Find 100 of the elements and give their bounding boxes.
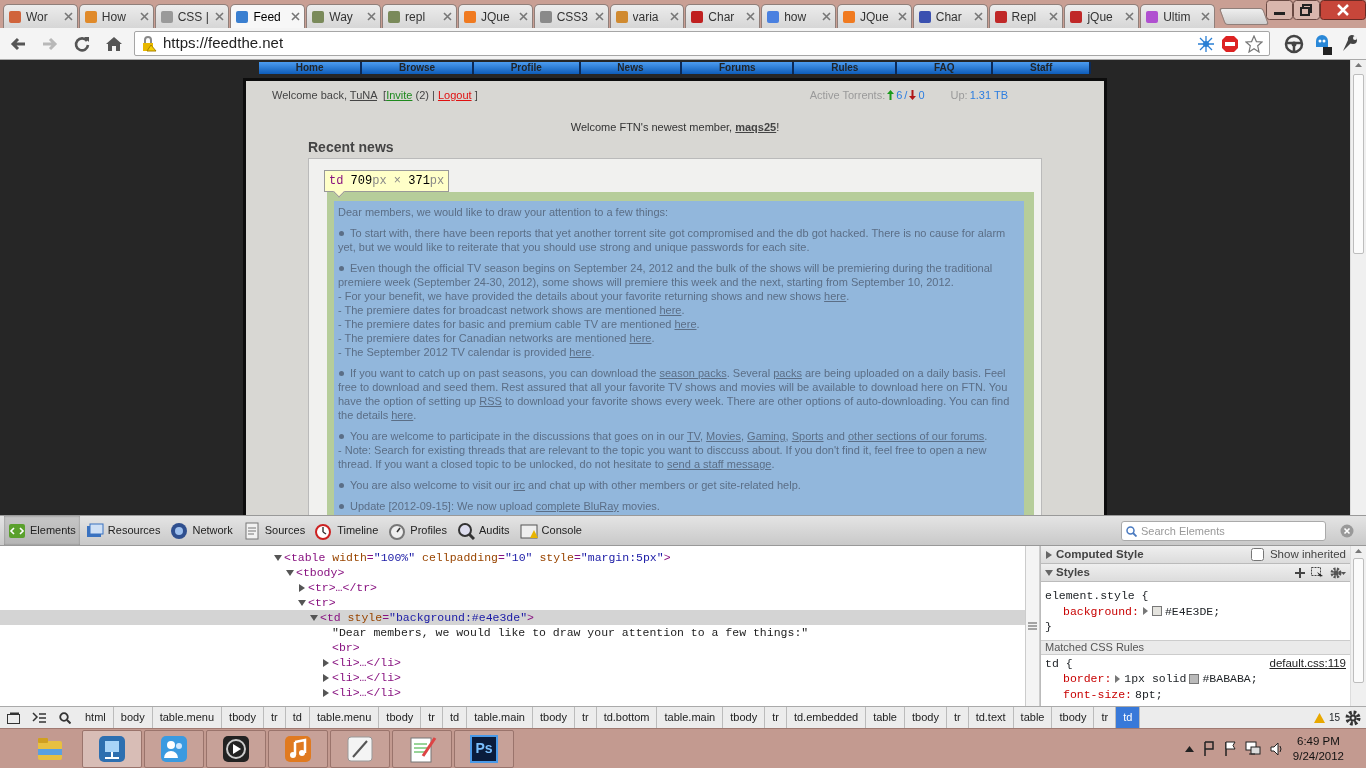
select-element-icon[interactable] bbox=[1311, 566, 1324, 579]
search-field[interactable]: Search Elements bbox=[1121, 520, 1326, 541]
taskbar-app[interactable] bbox=[206, 729, 266, 768]
color-swatch[interactable] bbox=[1151, 606, 1162, 617]
browser-tab[interactable]: Ultim bbox=[1140, 4, 1215, 28]
dom-node[interactable]: <tr>…</tr> bbox=[308, 580, 377, 595]
source-link[interactable]: default.css:119 bbox=[1269, 655, 1346, 671]
browser-tab[interactable]: CSS3 bbox=[533, 4, 609, 28]
devtools-tab[interactable]: Audits bbox=[453, 516, 514, 545]
property-name: font-size: bbox=[1063, 686, 1132, 702]
devtools-tab[interactable]: Timeline bbox=[311, 516, 383, 545]
show-hidden-icon[interactable] bbox=[1184, 745, 1194, 752]
plus-icon[interactable] bbox=[1295, 567, 1305, 578]
expand-arrow-icon[interactable] bbox=[1114, 674, 1122, 683]
dom-node[interactable]: <tbody> bbox=[296, 565, 345, 580]
dom-node[interactable]: <br> bbox=[332, 640, 360, 655]
dom-node[interactable]: <li>…</li> bbox=[332, 655, 401, 670]
browser-tab[interactable]: Char bbox=[912, 4, 988, 28]
expand-arrow-icon[interactable] bbox=[1045, 550, 1053, 559]
section-title[interactable]: Computed Style bbox=[1056, 546, 1144, 564]
browser-tab[interactable]: JQue bbox=[836, 4, 912, 28]
star-icon[interactable] bbox=[1245, 34, 1263, 53]
news-text: - The September 2012 TV calendar is provided here. bbox=[338, 345, 596, 359]
wrench-icon[interactable] bbox=[1340, 33, 1360, 54]
warning-count[interactable]: 15 bbox=[1328, 710, 1340, 725]
expand-arrow-icon[interactable] bbox=[322, 673, 330, 682]
devtools-tab[interactable]: Network bbox=[166, 516, 237, 545]
menu-link[interactable]: Rules bbox=[794, 62, 898, 74]
scroll-up-icon bbox=[1354, 60, 1363, 70]
menu-link[interactable]: Staff bbox=[993, 62, 1091, 74]
settings-icon[interactable] bbox=[1345, 709, 1361, 726]
volume-icon[interactable] bbox=[1269, 741, 1284, 756]
breadcrumb[interactable]: td bbox=[1116, 707, 1141, 728]
devtools-tab[interactable]: Sources bbox=[238, 516, 310, 545]
search-icon[interactable] bbox=[59, 711, 71, 724]
browser-tab[interactable]: Way bbox=[306, 4, 382, 28]
flag-icon[interactable] bbox=[1223, 740, 1236, 757]
menu-link[interactable]: Home bbox=[259, 62, 363, 74]
dom-node[interactable]: <tr> bbox=[308, 595, 336, 610]
console-icon[interactable] bbox=[32, 711, 46, 724]
collapse-arrow-icon[interactable] bbox=[274, 553, 282, 562]
section-title[interactable]: Styles bbox=[1056, 563, 1090, 582]
collapse-arrow-icon[interactable] bbox=[286, 568, 294, 577]
expand-arrow-icon[interactable] bbox=[298, 583, 306, 592]
browser-tab[interactable]: Feed bbox=[230, 4, 306, 28]
link[interactable]: TuNA bbox=[349, 89, 377, 101]
browser-tab[interactable]: varia bbox=[609, 4, 685, 28]
adblock-icon[interactable] bbox=[1221, 34, 1239, 53]
gear-icon[interactable] bbox=[1330, 566, 1346, 579]
scrollbar[interactable] bbox=[1350, 546, 1366, 706]
menu-link[interactable]: Forums bbox=[682, 62, 795, 74]
minimize-icon[interactable] bbox=[1266, 0, 1293, 20]
dom-node[interactable]: <li>…</li> bbox=[332, 685, 401, 700]
devtools-tab[interactable]: Profiles bbox=[384, 516, 451, 545]
menu-link[interactable]: News bbox=[580, 62, 683, 74]
devtools-tab[interactable]: Resources bbox=[81, 516, 165, 545]
menu-link[interactable]: FAQ bbox=[897, 62, 994, 74]
menu-link[interactable]: Profile bbox=[473, 62, 581, 74]
browser-tab[interactable]: jQue bbox=[1064, 4, 1140, 28]
restore-icon[interactable] bbox=[1293, 0, 1320, 20]
browser-tab[interactable]: Repl bbox=[988, 4, 1064, 28]
collapse-arrow-icon[interactable] bbox=[1045, 568, 1053, 577]
closing-brace: } bbox=[1045, 619, 1053, 635]
expand-arrow-icon[interactable] bbox=[322, 658, 330, 667]
clock-time[interactable]: 6:49 PM bbox=[1292, 733, 1344, 749]
network-icon[interactable] bbox=[1244, 740, 1261, 757]
browser-tab[interactable]: Wor bbox=[3, 4, 78, 28]
expand-arrow-icon[interactable] bbox=[1141, 607, 1149, 616]
leeching-count: 0 bbox=[918, 88, 925, 103]
gauge-icon bbox=[388, 521, 407, 540]
splitter-grip-icon[interactable] bbox=[1028, 622, 1037, 630]
news-intro: Dear members, we would like to draw your attention to a few things: bbox=[338, 205, 670, 219]
close-icon[interactable] bbox=[1320, 0, 1366, 20]
text-node[interactable]: "Dear members, we would like to draw your attention to a few things:" bbox=[332, 625, 809, 640]
dom-node[interactable]: <table width="100%" cellpadding="10" style="margin:5px"> bbox=[284, 550, 671, 565]
collapse-arrow-icon[interactable] bbox=[310, 613, 318, 622]
browser-tab[interactable]: repl bbox=[382, 4, 457, 28]
bullet-icon bbox=[339, 266, 344, 272]
taskbar-app[interactable]: Ps bbox=[454, 729, 514, 768]
browser-tab[interactable]: CSS | bbox=[154, 4, 230, 28]
browser-tab[interactable]: JQue bbox=[457, 4, 533, 28]
steering-wheel-icon[interactable] bbox=[1284, 33, 1304, 54]
section-heading: Recent news bbox=[308, 138, 395, 157]
clock-date[interactable]: 9/24/2012 bbox=[1292, 748, 1344, 764]
menu-link[interactable]: Browse bbox=[362, 62, 474, 74]
dock-icon[interactable] bbox=[6, 711, 20, 724]
color-swatch[interactable] bbox=[1189, 673, 1200, 684]
browser-tab[interactable]: how bbox=[761, 4, 836, 28]
warning-window-icon bbox=[519, 521, 538, 540]
css-selector: element.style { bbox=[1045, 588, 1150, 604]
browser-tab[interactable]: How bbox=[78, 4, 154, 28]
browser-tab[interactable]: Char bbox=[685, 4, 761, 28]
devtools-tab[interactable]: Console bbox=[515, 516, 586, 545]
dom-node[interactable]: <li>…</li> bbox=[332, 670, 401, 685]
devtools-tab[interactable]: Elements bbox=[4, 516, 80, 545]
address-field[interactable]: https://feedthe.net bbox=[134, 31, 1270, 56]
expand-arrow-icon[interactable] bbox=[322, 688, 330, 697]
checkbox[interactable] bbox=[1250, 548, 1264, 561]
collapse-arrow-icon[interactable] bbox=[298, 598, 306, 607]
scrollbar[interactable] bbox=[1350, 60, 1366, 515]
